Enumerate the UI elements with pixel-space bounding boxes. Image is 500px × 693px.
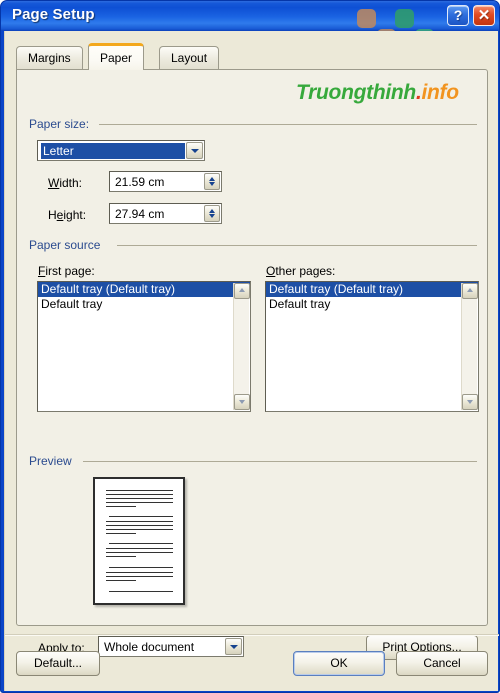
width-field[interactable]: 21.59 cm <box>109 171 222 192</box>
spin-up-icon <box>209 177 215 181</box>
paper-source-group-line <box>117 245 477 246</box>
list-item[interactable]: Default tray <box>266 297 478 312</box>
list-item[interactable]: Default tray <box>38 297 250 312</box>
cancel-label: Cancel <box>423 656 461 670</box>
paper-tab-panel: Paper size: Letter Width: 21.59 cm Heigh… <box>16 69 488 660</box>
width-stepper[interactable] <box>204 173 220 190</box>
width-value: 21.59 cm <box>115 175 165 189</box>
help-button[interactable]: ? <box>447 5 469 26</box>
first-page-label: First page: <box>38 264 95 278</box>
question-mark-icon: ? <box>453 7 463 23</box>
list-item[interactable]: Default tray (Default tray) <box>38 282 250 297</box>
other-pages-label: Other pages: <box>266 264 336 278</box>
spin-down-icon <box>209 182 215 186</box>
height-value: 27.94 cm <box>115 207 165 221</box>
paper-size-combo[interactable]: Letter <box>37 140 205 161</box>
height-label: Height: <box>48 208 87 222</box>
chevron-down-icon[interactable] <box>225 638 242 655</box>
ok-button[interactable]: OK <box>293 651 385 676</box>
tab-layout[interactable]: Layout <box>159 46 220 69</box>
default-label: Default... <box>33 656 83 670</box>
close-button[interactable]: ✕ <box>473 5 495 26</box>
apply-to-combo[interactable]: Whole document <box>98 636 244 657</box>
scroll-down-icon[interactable] <box>462 394 478 410</box>
dialog-client-area: Margins Paper Layout Paper size: Letter … <box>4 31 499 691</box>
paper-size-group-label: Paper size: <box>29 117 90 131</box>
tab-margins[interactable]: Margins <box>16 46 83 69</box>
width-label: Width: <box>48 176 83 190</box>
page-setup-dialog: Page Setup ? ✕ Truongthinh.info Margins … <box>0 0 500 693</box>
first-page-scrollbar[interactable] <box>233 283 250 410</box>
scroll-up-icon[interactable] <box>234 283 250 299</box>
window-title: Page Setup <box>12 6 95 23</box>
height-stepper[interactable] <box>204 205 220 222</box>
footer-divider <box>5 634 499 636</box>
spin-up-icon <box>209 209 215 213</box>
first-page-listbox[interactable]: Default tray (Default tray) Default tray <box>37 281 251 412</box>
other-pages-listbox[interactable]: Default tray (Default tray) Default tray <box>265 281 479 412</box>
other-pages-scrollbar[interactable] <box>461 283 478 410</box>
tab-paper[interactable]: Paper <box>88 43 145 70</box>
scroll-down-icon[interactable] <box>234 394 250 410</box>
paper-size-value: Letter <box>41 143 185 159</box>
preview-group-label: Preview <box>29 454 72 468</box>
spin-down-icon <box>209 214 215 218</box>
default-button[interactable]: Default... <box>16 651 100 676</box>
preview-group-line <box>83 461 477 462</box>
page-preview <box>93 477 185 605</box>
scroll-up-icon[interactable] <box>462 283 478 299</box>
list-item[interactable]: Default tray (Default tray) <box>266 282 478 297</box>
cancel-button[interactable]: Cancel <box>396 651 488 676</box>
title-bar[interactable]: Page Setup ? ✕ <box>1 1 499 88</box>
ok-label: OK <box>330 656 348 670</box>
height-field[interactable]: 27.94 cm <box>109 203 222 224</box>
apply-to-value: Whole document <box>104 640 195 654</box>
close-icon: ✕ <box>477 7 491 24</box>
chevron-down-icon[interactable] <box>186 142 203 159</box>
paper-source-group-label: Paper source <box>29 238 101 252</box>
paper-size-group-line <box>99 124 477 125</box>
